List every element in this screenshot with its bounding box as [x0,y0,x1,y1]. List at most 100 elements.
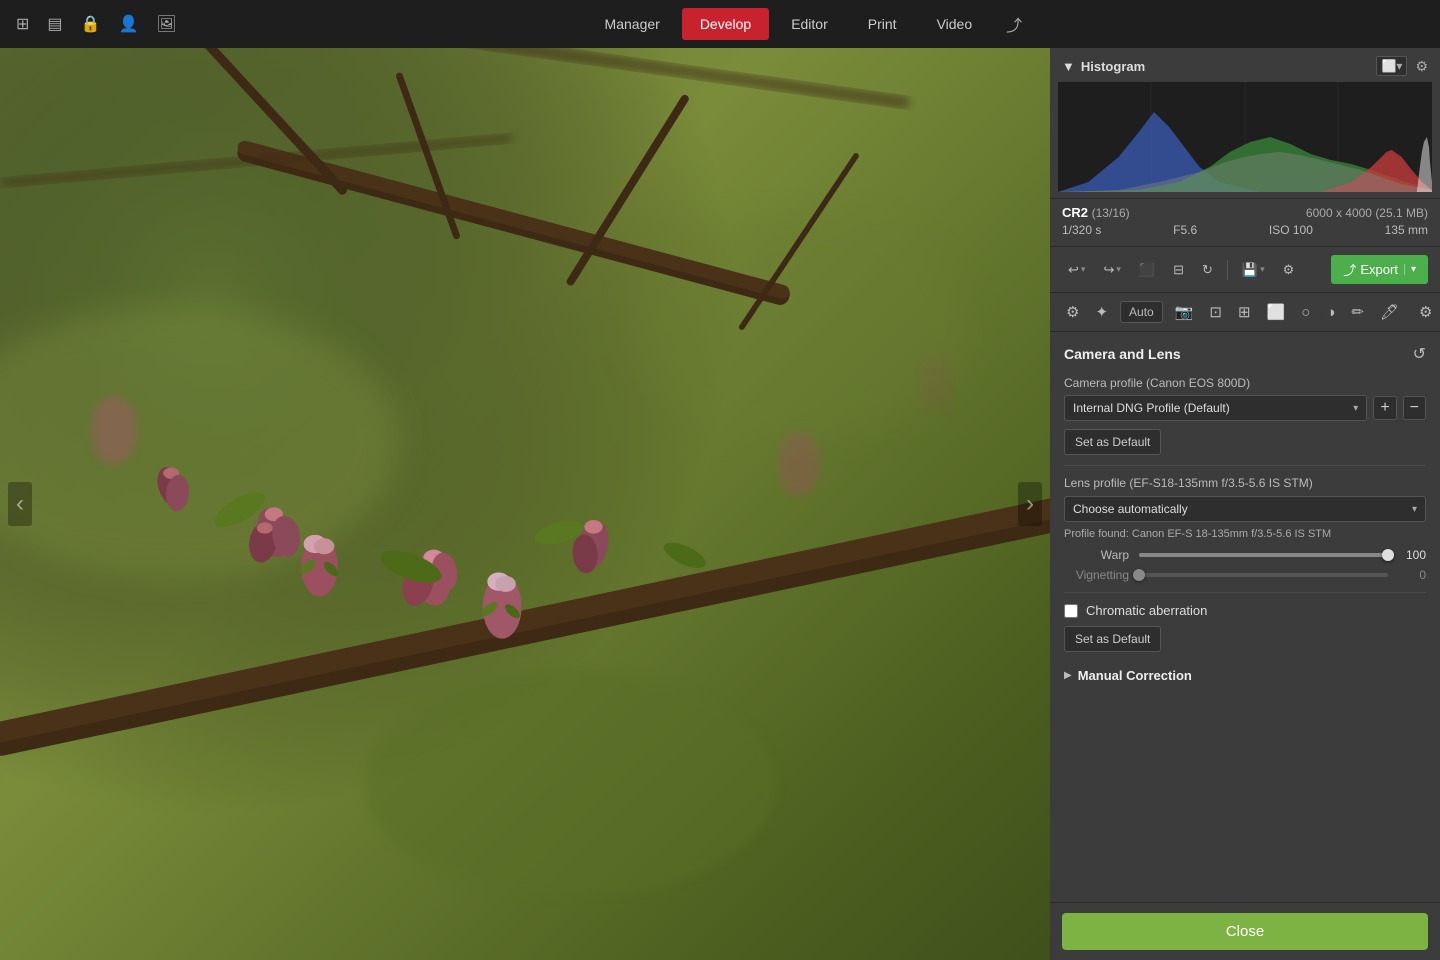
toolbar-row: ↩▾ ↪▾ ⬛ ⊟ ↻ 💾▾ ⚙ ⤴ Export ▾ [1050,247,1440,293]
rect-select-icon[interactable]: ⬜ [1263,299,1290,325]
vignetting-label: Vignetting [1064,568,1129,582]
top-navigation: ⊞ ▤ 🔒 👤 🖼 Manager Develop Editor Print V… [0,0,1440,48]
photo-next-button[interactable]: › [1018,482,1042,526]
vignetting-slider-thumb[interactable] [1133,569,1145,581]
histogram-gear-icon[interactable]: ⚙ [1415,58,1428,75]
camera-settings-icon[interactable]: 📷 [1171,299,1198,325]
chromatic-aberration-row: Chromatic aberration [1064,603,1426,618]
divider-2 [1064,592,1426,593]
file-shutter: 1/320 s [1062,223,1101,237]
brush-icon[interactable]: ✏ [1347,299,1368,325]
tools-settings-icon[interactable]: ⚙ [1062,299,1083,325]
chromatic-aberration-label: Chromatic aberration [1086,603,1207,618]
tools-magic-icon[interactable]: ✦ [1091,299,1112,325]
warp-value: 100 [1398,548,1426,562]
lens-profile-label: Lens profile (EF-S18-135mm f/3.5-5.6 IS … [1064,476,1426,490]
histogram-view-btn[interactable]: ⬜▾ [1376,56,1407,76]
export-label: Export [1360,262,1398,277]
auto-button[interactable]: Auto [1120,301,1163,323]
lock-icon[interactable]: 🔒 [77,10,105,38]
histogram-label: Histogram [1081,59,1145,74]
camera-profile-dropdown[interactable]: Internal DNG Profile (Default) ▾ [1064,395,1367,421]
histogram-section: ▼ Histogram ⬜▾ ⚙ [1050,48,1440,199]
camera-profile-value: Internal DNG Profile (Default) [1073,401,1230,415]
warp-label: Warp [1064,548,1129,562]
export-button[interactable]: ⤴ Export ▾ [1331,255,1428,284]
tools-gear-icon[interactable]: ⚙ [1419,303,1432,321]
camera-profile-remove-button[interactable]: − [1403,396,1426,420]
redo-button[interactable]: ↪▾ [1097,258,1126,282]
camera-lens-reset-button[interactable]: ↺ [1413,344,1426,364]
camera-profile-label: Camera profile (Canon EOS 800D) [1064,376,1426,390]
lens-profile-arrow: ▾ [1412,504,1417,515]
manual-correction-arrow-icon: ▶ [1064,670,1072,681]
camera-lens-section: Camera and Lens ↺ Camera profile (Canon … [1050,332,1440,703]
crop-tool-button[interactable]: ⊟ [1167,258,1190,282]
chromatic-aberration-checkbox[interactable] [1064,604,1078,618]
file-format-label: CR2 (13/16) [1062,205,1130,220]
share-icon[interactable]: ⤴ [1006,12,1022,36]
rotate-tool-button[interactable]: ↻ [1196,258,1219,282]
white-balance-icon[interactable]: ◑ [1322,300,1339,325]
profile-found-text: Profile found: Canon EF-S 18-135mm f/3.5… [1064,528,1426,540]
close-button-container: Close [1050,902,1440,960]
crop-icon[interactable]: ⊡ [1205,299,1226,325]
file-info-section: CR2 (13/16) 6000 x 4000 (25.1 MB) 1/320 … [1050,199,1440,247]
warp-slider-row: Warp 100 [1064,548,1426,562]
close-button[interactable]: Close [1062,913,1428,950]
file-info-row-2: 1/320 s F5.6 ISO 100 135 mm [1062,223,1428,237]
lens-set-default-button[interactable]: Set as Default [1064,626,1161,652]
settings-small-button[interactable]: ⚙ [1277,258,1301,282]
file-focal-length: 135 mm [1385,223,1428,237]
camera-profile-add-button[interactable]: + [1373,396,1396,420]
main-area: ‹ › ▼ Histogram ⬜▾ ⚙ [0,48,1440,960]
camera-profile-row: Internal DNG Profile (Default) ▾ + − [1064,395,1426,421]
circle-select-icon[interactable]: ○ [1297,300,1314,325]
tab-editor[interactable]: Editor [773,8,846,40]
warp-slider-thumb[interactable] [1382,549,1394,561]
camera-set-default-button[interactable]: Set as Default [1064,429,1161,455]
histogram-canvas [1058,82,1432,192]
photo-area: ‹ › [0,48,1050,960]
camera-profile-arrow: ▾ [1353,403,1358,414]
histogram-controls: ⬜▾ ⚙ [1376,56,1428,76]
photo-canvas: ‹ › [0,48,1050,960]
vignetting-slider[interactable] [1139,573,1388,577]
image-icon[interactable]: 🖼 [152,10,180,38]
warp-slider[interactable] [1139,553,1388,557]
panel-content: Camera and Lens ↺ Camera profile (Canon … [1050,332,1440,902]
export-dropdown-arrow[interactable]: ▾ [1404,264,1416,275]
vignetting-value: 0 [1398,568,1426,582]
histogram-collapse-arrow[interactable]: ▼ [1062,59,1075,74]
camera-lens-title: Camera and Lens [1064,346,1181,362]
file-iso: ISO 100 [1269,223,1313,237]
nav-tabs: Manager Develop Editor Print Video ⤴ [181,8,1428,40]
straighten-icon[interactable]: ⊞ [1234,299,1255,325]
vignetting-slider-row: Vignetting 0 [1064,568,1426,582]
warp-slider-fill [1139,553,1388,557]
save-button[interactable]: 💾▾ [1236,258,1271,282]
toolbar-sep-1 [1227,260,1228,280]
photo-prev-button[interactable]: ‹ [8,482,32,526]
lens-profile-dropdown[interactable]: Choose automatically ▾ [1064,496,1426,522]
divider-1 [1064,465,1426,466]
tab-manager[interactable]: Manager [587,8,678,40]
nav-icons-left: ⊞ ▤ 🔒 👤 🖼 [12,10,181,38]
tab-video[interactable]: Video [919,8,991,40]
manual-correction-header[interactable]: ▶ Manual Correction [1064,664,1426,687]
view-image-button[interactable]: ⬛ [1133,258,1161,282]
undo-button[interactable]: ↩▾ [1062,258,1091,282]
file-counter: (13/16) [1092,206,1130,220]
file-dimensions: 6000 x 4000 (25.1 MB) [1306,206,1428,220]
file-info-row-1: CR2 (13/16) 6000 x 4000 (25.1 MB) [1062,205,1428,220]
tab-print[interactable]: Print [850,8,915,40]
grid-icon[interactable]: ⊞ [12,10,33,38]
film-strip-icon[interactable]: ▤ [43,10,66,38]
file-aperture: F5.6 [1173,223,1197,237]
histogram-title: ▼ Histogram [1062,59,1145,74]
tab-develop[interactable]: Develop [682,8,769,40]
pen-icon[interactable]: 🖊 [1376,299,1403,325]
person-icon[interactable]: 👤 [114,10,142,38]
histogram-header: ▼ Histogram ⬜▾ ⚙ [1050,48,1440,82]
lens-profile-value: Choose automatically [1073,502,1188,516]
